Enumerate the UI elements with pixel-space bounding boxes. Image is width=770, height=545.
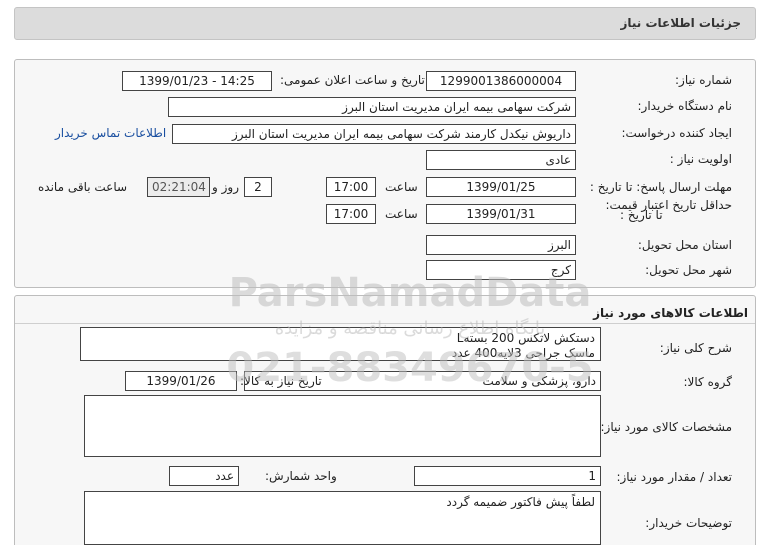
priority-field[interactable]: عادی — [426, 150, 576, 170]
province-field[interactable]: البرز — [426, 235, 576, 255]
need-details-panel — [14, 59, 756, 288]
announce-label: تاریخ و ساعت اعلان عمومی: — [280, 73, 425, 87]
desc-label: شرح کلی نیاز: — [659, 341, 732, 355]
days-label: روز و — [212, 180, 239, 194]
deadline-date-field[interactable]: 1399/01/25 — [426, 177, 576, 197]
need-date-label: تاریخ نیاز به کالا: — [240, 374, 322, 388]
need-number-label: شماره نیاز: — [675, 73, 732, 87]
buyer-org-field[interactable]: شرکت سهامی بیمه ایران مدیریت استان البرز — [168, 97, 576, 117]
priority-label: اولویت نیاز : — [669, 152, 732, 166]
unit-label: واحد شمارش: — [265, 469, 337, 483]
remaining-time-field: 02:21:04 — [147, 177, 210, 197]
validity-time-field[interactable]: 17:00 — [326, 204, 376, 224]
qty-label: تعداد / مقدار مورد نیاز: — [616, 470, 732, 484]
to-date-label: تا تاریخ : — [620, 208, 663, 222]
group-label: گروه کالا: — [683, 375, 733, 389]
unit-field[interactable]: عدد — [169, 466, 239, 486]
goods-section-title: اطلاعات کالاهای مورد نیاز — [593, 306, 748, 320]
desc-field[interactable]: دستکش لاتکس 200 بستهL ماسک جراحی 3لایه40… — [80, 327, 601, 361]
validity-date-field[interactable]: 1399/01/31 — [426, 204, 576, 224]
need-number-field[interactable]: 1299001386000004 — [426, 71, 576, 91]
buyer-notes-label: توضیحات خریدار: — [645, 516, 732, 530]
qty-field[interactable]: 1 — [414, 466, 601, 486]
days-field[interactable]: 2 — [244, 177, 272, 197]
creator-field[interactable]: داریوش نیکدل کارمند شرکت سهامی بیمه ایرا… — [172, 124, 576, 144]
page-title: جزئیات اطلاعات نیاز — [620, 16, 741, 30]
validity-time-label: ساعت — [385, 207, 418, 221]
city-label: شهر محل تحویل: — [645, 263, 732, 277]
city-field[interactable]: کرج — [426, 260, 576, 280]
section-divider — [15, 323, 755, 324]
deadline-label: مهلت ارسال پاسخ: تا تاریخ : — [589, 180, 732, 194]
page-header: جزئیات اطلاعات نیاز — [14, 7, 756, 40]
specs-field[interactable] — [84, 395, 601, 457]
creator-label: ایجاد کننده درخواست: — [621, 126, 732, 140]
remaining-label: ساعت باقی مانده — [38, 180, 128, 194]
deadline-time-field[interactable]: 17:00 — [326, 177, 376, 197]
specs-label: مشخصات کالای مورد نیاز: — [600, 420, 732, 434]
deadline-time-label: ساعت — [385, 180, 418, 194]
buyer-contact-link[interactable]: اطلاعات تماس خریدار — [55, 126, 166, 140]
buyer-notes-field[interactable]: لطفاً پیش فاکتور ضمیمه گردد — [84, 491, 601, 545]
announce-field[interactable]: 1399/01/23 - 14:25 — [122, 71, 272, 91]
province-label: استان محل تحویل: — [637, 238, 732, 252]
need-date-field[interactable]: 1399/01/26 — [125, 371, 237, 391]
buyer-org-label: نام دستگاه خریدار: — [637, 99, 733, 113]
